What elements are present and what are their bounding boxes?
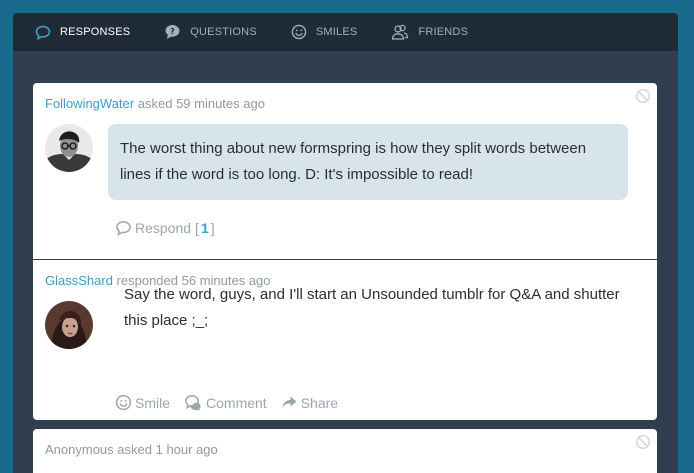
post-actions: Smile Comment Share [115, 394, 352, 411]
smiley-icon [291, 24, 307, 40]
block-icon[interactable] [635, 88, 651, 104]
share-button[interactable]: Share [281, 395, 338, 411]
username-link[interactable]: FollowingWater [45, 96, 134, 111]
username-link[interactable]: GlassShard [45, 273, 113, 288]
feed-item: GlassShard responded 56 minutes ago Say … [33, 260, 657, 420]
post-actions: Respond [ 1 ] [115, 220, 229, 236]
tab-questions[interactable]: ? QUESTIONS [164, 24, 257, 40]
tab-smiles[interactable]: SMILES [291, 24, 358, 40]
response-count[interactable]: 1 [201, 220, 209, 236]
post-meta: FollowingWater asked 59 minutes ago [45, 96, 265, 111]
post-time: 1 hour ago [155, 442, 218, 457]
respond-bracket-open: [ [195, 220, 199, 236]
svg-text:?: ? [170, 27, 175, 36]
friends-icon [392, 24, 409, 40]
tab-questions-label: QUESTIONS [190, 26, 257, 38]
tab-friends[interactable]: FRIENDS [391, 24, 468, 40]
tab-smiles-label: SMILES [315, 26, 358, 38]
tab-responses-label: RESPONSES [60, 26, 131, 38]
feed-panel: RESPONSES ? QUESTIONS SMILES FRIENDS Fol… [13, 13, 678, 473]
avatar[interactable] [45, 301, 93, 349]
feed-item: FollowingWater asked 59 minutes ago The … [33, 83, 657, 259]
block-icon[interactable] [635, 434, 651, 450]
avatar[interactable] [45, 124, 93, 172]
post-time: 59 minutes ago [176, 96, 265, 111]
post-meta: Anonymous asked 1 hour ago [45, 442, 218, 457]
comment-button[interactable]: Comment [184, 394, 267, 411]
question-bubble-icon: ? [165, 25, 180, 39]
feed-item: Anonymous asked 1 hour ago [33, 429, 657, 473]
post-verb: asked [117, 442, 152, 457]
comment-label: Comment [206, 394, 267, 411]
smile-button[interactable]: Smile [115, 394, 170, 411]
tab-friends-label: FRIENDS [418, 26, 469, 38]
top-navigation: RESPONSES ? QUESTIONS SMILES FRIENDS [13, 13, 678, 51]
username-label: Anonymous [45, 442, 114, 457]
question-text: The worst thing about new formspring is … [108, 124, 628, 200]
smiley-icon [115, 394, 132, 411]
post-verb: asked [137, 96, 173, 111]
share-arrow-icon [282, 396, 297, 408]
speech-bubble-icon [116, 221, 131, 236]
response-text: Say the word, guys, and I'll start an Un… [124, 286, 620, 329]
speech-bubble-icon [35, 25, 51, 40]
share-label: Share [300, 394, 339, 411]
respond-button[interactable]: Respond [ 1 ] [115, 220, 215, 236]
smile-label: Smile [135, 394, 171, 411]
respond-label: Respond [135, 220, 192, 236]
comment-icon [185, 395, 201, 411]
respond-bracket-close: ] [210, 220, 215, 236]
tab-responses[interactable]: RESPONSES [35, 25, 130, 40]
